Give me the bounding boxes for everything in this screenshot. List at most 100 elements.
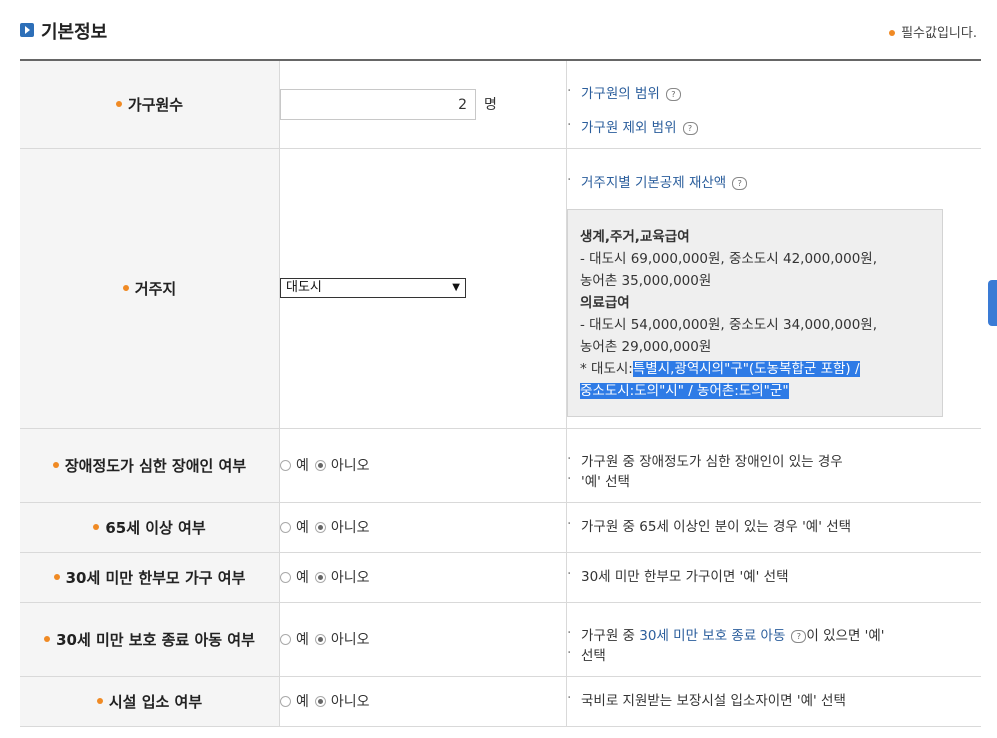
help-household-exclusion[interactable]: 가구원 제외 범위?: [567, 115, 981, 138]
section-header: 기본정보 필수값입니다.: [20, 18, 985, 46]
row-residence: 거주지 대도시 ▼ 거주지별 기본공제 재산액? 생계,주거,교육급여 - 대도시…: [20, 148, 981, 429]
help-residence-deduction[interactable]: 거주지별 기본공제 재산액?: [567, 170, 981, 193]
box-line: 생계,주거,교육급여: [580, 229, 690, 245]
senior-label-text: 65세 이상 여부: [105, 518, 206, 537]
row-protection-ended: 30세 미만 보호 종료 아동 여부 예 아니오 가구원 중 30세 미만 보호 …: [20, 602, 981, 677]
radio-yes-label[interactable]: 예: [296, 520, 309, 536]
residence-label: 거주지: [20, 148, 280, 429]
radio-no[interactable]: [314, 571, 326, 583]
single-parent-label: 30세 미만 한부모 가구 여부: [20, 552, 280, 603]
residence-input-cell: 대도시 ▼: [279, 148, 567, 429]
required-dot-icon: [115, 101, 122, 108]
disability-radio-group: 예 아니오: [279, 428, 567, 503]
required-dot-icon: [53, 574, 60, 580]
household-label-text: 가구원수: [127, 95, 184, 114]
required-dot-icon: [44, 636, 51, 642]
section-bullet-icon: [20, 23, 34, 37]
box-line: 의료급여: [580, 295, 630, 311]
box-note-prefix: * 대도시:: [580, 361, 633, 377]
protection-ended-help: 가구원 중 30세 미만 보호 종료 아동?이 있으면 '예' 선택: [566, 602, 981, 677]
required-note: 필수값입니다.: [889, 22, 977, 41]
household-help: 가구원의 범위? 가구원 제외 범위?: [566, 60, 981, 149]
help-link-text[interactable]: 30세 미만 보호 종료 아동: [639, 628, 785, 644]
help-link-text[interactable]: 거주지별 기본공제 재산액: [581, 175, 726, 191]
help-link-text[interactable]: 가구원 제외 범위: [581, 120, 677, 136]
residence-select[interactable]: 대도시 ▼: [280, 278, 466, 298]
radio-no[interactable]: [314, 695, 326, 707]
single-parent-help: 30세 미만 한부모 가구이면 '예' 선택: [566, 552, 981, 603]
senior-label: 65세 이상 여부: [20, 502, 280, 553]
radio-yes[interactable]: [280, 695, 291, 707]
row-household: 가구원수 2명 가구원의 범위? 가구원 제외 범위?: [20, 60, 981, 149]
help-text: 국비로 지원받는 보장시설 입소자이면 '예' 선택: [567, 688, 981, 711]
disability-label-text: 장애정도가 심한 장애인 여부: [64, 456, 247, 475]
radio-no-label[interactable]: 아니오: [331, 694, 370, 710]
row-single-parent: 30세 미만 한부모 가구 여부 예 아니오 30세 미만 한부모 가구이면 '예…: [20, 552, 981, 603]
deduction-info-box: 생계,주거,교육급여 - 대도시 69,000,000원, 중소도시 42,00…: [567, 209, 943, 417]
required-dot-icon: [96, 698, 103, 704]
protection-ended-label-text: 30세 미만 보호 종료 아동 여부: [56, 630, 255, 649]
facility-label-text: 시설 입소 여부: [108, 692, 203, 711]
help-question-icon[interactable]: ?: [791, 629, 807, 643]
radio-no-label[interactable]: 아니오: [331, 520, 370, 536]
help-text: 가구원 중 장애정도가 심한 장애인이 있는 경우: [567, 449, 981, 472]
radio-no-label[interactable]: 아니오: [331, 570, 370, 586]
box-line: - 대도시 54,000,000원, 중소도시 34,000,000원,: [580, 317, 877, 333]
box-line: 농어촌 29,000,000원: [580, 339, 712, 355]
disability-label: 장애정도가 심한 장애인 여부: [20, 428, 280, 503]
help-post: 이 있으면 '예': [806, 628, 885, 644]
box-note: 중소도시:도의"시" / 농어촌:도의"군": [580, 380, 930, 402]
help-question-icon[interactable]: ?: [732, 176, 748, 190]
required-dot-icon: [52, 462, 59, 468]
single-parent-label-text: 30세 미만 한부모 가구 여부: [65, 568, 246, 587]
single-parent-radio-group: 예 아니오: [279, 552, 567, 603]
residence-select-value: 대도시: [286, 280, 322, 295]
household-label: 가구원수: [20, 60, 280, 149]
help-household-range[interactable]: 가구원의 범위?: [567, 81, 981, 104]
selected-text: 중소도시:도의"시" / 농어촌:도의"군": [580, 383, 789, 399]
household-input-cell: 2명: [279, 60, 567, 149]
senior-radio-group: 예 아니오: [279, 502, 567, 553]
facility-help: 국비로 지원받는 보장시설 입소자이면 '예' 선택: [566, 676, 981, 727]
facility-radio-group: 예 아니오: [279, 676, 567, 727]
household-count-input[interactable]: 2: [280, 88, 476, 120]
facility-label: 시설 입소 여부: [20, 676, 280, 727]
radio-yes[interactable]: [280, 571, 291, 583]
help-link-text[interactable]: 가구원의 범위: [581, 86, 660, 102]
residence-help: 거주지별 기본공제 재산액? 생계,주거,교육급여 - 대도시 69,000,0…: [566, 148, 981, 429]
required-dot-icon: [889, 29, 896, 36]
senior-help: 가구원 중 65세 이상인 분이 있는 경우 '예' 선택: [566, 502, 981, 553]
radio-yes-label[interactable]: 예: [296, 570, 309, 586]
radio-yes-label[interactable]: 예: [296, 458, 309, 474]
help-question-icon[interactable]: ?: [665, 87, 681, 101]
radio-no[interactable]: [314, 459, 326, 471]
help-text: 가구원 중 30세 미만 보호 종료 아동?이 있으면 '예': [567, 623, 981, 646]
help-pre: 가구원 중: [581, 628, 640, 644]
protection-ended-label: 30세 미만 보호 종료 아동 여부: [20, 602, 280, 677]
required-note-text: 필수값입니다.: [901, 26, 977, 41]
help-text-cont: '예' 선택: [567, 469, 981, 492]
radio-yes[interactable]: [280, 521, 291, 533]
help-question-icon[interactable]: ?: [682, 121, 698, 135]
radio-no[interactable]: [314, 633, 326, 645]
radio-yes-label[interactable]: 예: [296, 694, 309, 710]
protection-ended-radio-group: 예 아니오: [279, 602, 567, 677]
help-text-cont-text: 선택: [581, 648, 606, 664]
side-scroll-tab[interactable]: [988, 280, 997, 326]
required-dot-icon: [122, 285, 129, 291]
radio-yes-label[interactable]: 예: [296, 632, 309, 648]
radio-no-label[interactable]: 아니오: [331, 632, 370, 648]
box-line: 농어촌 35,000,000원: [580, 273, 712, 289]
radio-yes[interactable]: [280, 459, 291, 471]
radio-no-label[interactable]: 아니오: [331, 458, 370, 474]
residence-label-text: 거주지: [134, 279, 177, 298]
help-text-cont: 선택: [567, 643, 981, 666]
row-senior: 65세 이상 여부 예 아니오 가구원 중 65세 이상인 분이 있는 경우 '예…: [20, 502, 981, 553]
radio-yes[interactable]: [280, 633, 291, 645]
radio-no[interactable]: [314, 521, 326, 533]
help-text: 가구원 중 65세 이상인 분이 있는 경우 '예' 선택: [567, 514, 981, 537]
basic-info-table: 가구원수 2명 가구원의 범위? 가구원 제외 범위? 거주지 대도시 ▼ 거주지…: [20, 59, 981, 727]
household-unit: 명: [484, 97, 497, 114]
box-line: - 대도시 69,000,000원, 중소도시 42,000,000원,: [580, 251, 877, 267]
dropdown-arrow-icon: ▼: [452, 282, 460, 293]
